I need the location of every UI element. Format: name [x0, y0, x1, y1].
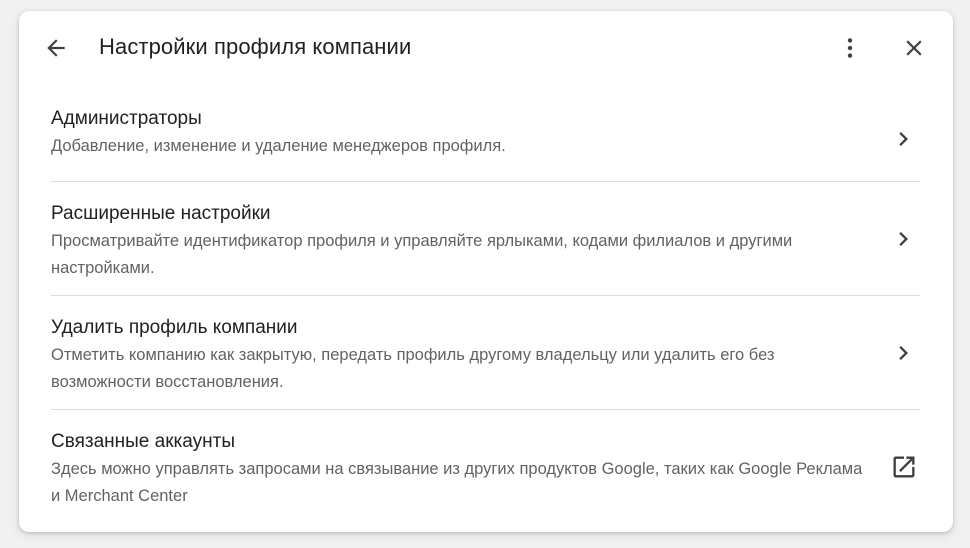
open-in-new-icon	[890, 453, 918, 481]
settings-item-delete-profile[interactable]: Удалить профиль компании Отметить компан…	[51, 296, 920, 410]
chevron-right-icon	[890, 125, 918, 153]
settings-item-description: Здесь можно управлять запросами на связы…	[51, 460, 863, 505]
settings-item-description: Просматривайте идентификатор профиля и у…	[51, 232, 793, 277]
dialog-title: Настройки профиля компании	[99, 34, 412, 59]
settings-item-administrators[interactable]: Администраторы Добавление, изменение и у…	[51, 99, 920, 182]
close-button[interactable]	[898, 32, 930, 64]
arrow-back-icon	[47, 39, 65, 57]
settings-list: Администраторы Добавление, изменение и у…	[51, 99, 920, 520]
dialog-header: Настройки профиля компании	[19, 11, 953, 85]
back-button[interactable]	[40, 32, 72, 64]
settings-item-description: Отметить компанию как закрытую, передать…	[51, 346, 775, 391]
settings-item-description: Добавление, изменение и удаление менедже…	[51, 137, 506, 155]
settings-item-title: Администраторы	[51, 108, 202, 129]
settings-item-title: Удалить профиль компании	[51, 317, 298, 338]
close-icon	[906, 40, 922, 56]
settings-item-linked-accounts[interactable]: Связанные аккаунты Здесь можно управлять…	[51, 410, 920, 520]
settings-item-advanced-settings[interactable]: Расширенные настройки Просматривайте иде…	[51, 182, 920, 296]
business-profile-settings-dialog: Настройки профиля компании Администратор…	[19, 11, 953, 532]
chevron-right-icon	[890, 339, 918, 367]
more-options-button[interactable]	[834, 32, 866, 64]
settings-item-title: Связанные аккаунты	[51, 431, 235, 452]
settings-item-title: Расширенные настройки	[51, 203, 271, 224]
chevron-right-icon	[890, 225, 918, 253]
more-vert-icon	[847, 38, 853, 58]
